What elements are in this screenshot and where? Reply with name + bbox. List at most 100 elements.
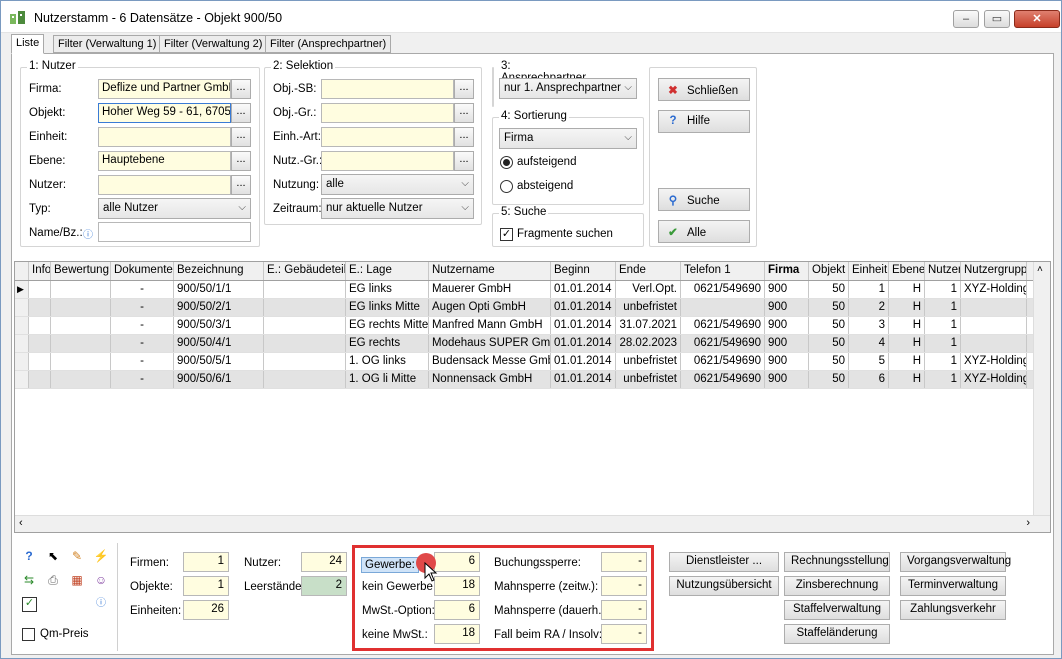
- einheit-field[interactable]: [98, 127, 231, 147]
- double-check-icon: ✔: [668, 227, 678, 239]
- column-header[interactable]: Ebene: [889, 262, 925, 280]
- rechnungsstellung-button[interactable]: Rechnungsstellung: [784, 552, 890, 572]
- zahlungsverkehr-button[interactable]: Zahlungsverkehr: [900, 600, 1006, 620]
- staffelverwaltung-button[interactable]: Staffelverwaltung: [784, 600, 890, 620]
- info-icon[interactable]: ⓘ: [83, 226, 93, 241]
- namebz-field[interactable]: [98, 222, 251, 242]
- column-header[interactable]: Einheit: [849, 262, 889, 280]
- table-row[interactable]: -900/50/3/1 EG rechts Mitte Manfred Mann G…: [15, 317, 1035, 335]
- column-header[interactable]: Nutzergruppe: [961, 262, 1027, 280]
- nutzgr-field[interactable]: [321, 151, 454, 171]
- objekt-lookup-button[interactable]: ...: [231, 103, 251, 123]
- column-header[interactable]: Dokumente: [111, 262, 174, 280]
- tab-filter-verwaltung-2[interactable]: Filter (Verwaltung 2): [159, 35, 268, 53]
- horizontal-scrollbar[interactable]: ‹ ›: [15, 515, 1050, 532]
- column-header[interactable]: Ende: [616, 262, 681, 280]
- nutzgr-lookup-button[interactable]: ...: [454, 151, 474, 171]
- einhart-field[interactable]: [321, 127, 454, 147]
- fragmente-checkbox[interactable]: ✓: [500, 228, 513, 241]
- column-header[interactable]: E.: Gebäudeteil: [264, 262, 346, 280]
- tab-liste[interactable]: Liste: [11, 34, 45, 54]
- column-header[interactable]: Telefon 1: [681, 262, 765, 280]
- tab-filter-verwaltung-1[interactable]: Filter (Verwaltung 1): [53, 35, 162, 53]
- qm-preis-checkbox[interactable]: [22, 628, 35, 641]
- ebene-field[interactable]: Hauptebene: [98, 151, 231, 171]
- einheit-lookup-button[interactable]: ...: [231, 127, 251, 147]
- nutzung-select[interactable]: alle ⌵: [321, 174, 474, 195]
- einhart-lookup-button[interactable]: ...: [454, 127, 474, 147]
- typ-select[interactable]: alle Nutzer ⌵: [98, 198, 251, 219]
- column-header[interactable]: Firma: [765, 262, 809, 280]
- firma-lookup-button[interactable]: ...: [231, 79, 251, 99]
- table-row[interactable]: -900/50/4/1 EG rechts Modehaus SUPER Gmbl 0…: [15, 335, 1035, 353]
- table-cell: 3: [849, 317, 889, 334]
- scroll-up-icon[interactable]: ˄: [1037, 264, 1043, 275]
- minimize-button[interactable]: –: [953, 10, 979, 28]
- nutzer-lookup-button[interactable]: ...: [231, 175, 251, 195]
- column-header[interactable]: Bezeichnung: [174, 262, 264, 280]
- column-header[interactable]: E.: Lage: [346, 262, 429, 280]
- nutzer-table: Info Bewertung Dokumente Bezeichnung E.: Geb…: [14, 261, 1051, 533]
- tab-filter-ansprechpartner[interactable]: Filter (Ansprechpartner): [265, 35, 392, 53]
- swap-icon[interactable]: ⇆: [20, 571, 38, 589]
- row-selector[interactable]: [15, 371, 29, 388]
- tool-panel: ? ⬉ ✎ ⚡ ⇆ ⎙ ▦ ☺ ✓ ⓘ Qm-Preis: [14, 543, 118, 651]
- zinsberechnung-button[interactable]: Zinsberechnung: [784, 576, 890, 596]
- terminverwaltung-button[interactable]: Terminverwaltung: [900, 576, 1006, 596]
- zeitraum-select[interactable]: nur aktuelle Nutzer ⌵: [321, 198, 474, 219]
- lightning-icon[interactable]: ⚡: [92, 547, 110, 565]
- users-icon[interactable]: ☺: [92, 571, 110, 589]
- row-selector[interactable]: [15, 335, 29, 352]
- suche-button[interactable]: ⚲ Suche: [658, 188, 750, 211]
- row-selector[interactable]: [15, 317, 29, 334]
- column-header[interactable]: Nutzername: [429, 262, 551, 280]
- table-row[interactable]: -900/50/2/1 EG links Mitte Augen Opti GmbH…: [15, 299, 1035, 317]
- objsb-lookup-button[interactable]: ...: [454, 79, 474, 99]
- column-header[interactable]: Info: [29, 262, 51, 280]
- hilfe-button[interactable]: ? Hilfe: [658, 110, 750, 133]
- scroll-right-icon[interactable]: ›: [1026, 517, 1030, 529]
- table-cell: 900: [765, 353, 809, 370]
- column-header[interactable]: Nutzer: [925, 262, 961, 280]
- schliessen-button[interactable]: ✖ Schließen: [658, 78, 750, 101]
- objgr-lookup-button[interactable]: ...: [454, 103, 474, 123]
- column-header[interactable]: Beginn: [551, 262, 616, 280]
- column-header[interactable]: Bewertung: [51, 262, 111, 280]
- grid-icon[interactable]: ▦: [68, 571, 86, 589]
- aufsteigend-radio[interactable]: [500, 156, 513, 169]
- absteigend-radio[interactable]: [500, 180, 513, 193]
- close-button[interactable]: ✕: [1014, 10, 1060, 28]
- row-selector[interactable]: [15, 299, 29, 316]
- pointer-icon[interactable]: ⬉: [44, 547, 62, 565]
- maximize-button[interactable]: ▭: [984, 10, 1010, 28]
- dienstleister-button[interactable]: Dienstleister ...: [669, 552, 779, 572]
- help-icon[interactable]: ?: [20, 547, 38, 565]
- nutzungsuebersicht-button[interactable]: Nutzungsübersicht: [669, 576, 779, 596]
- vorgangsverwaltung-button[interactable]: Vorgangsverwaltung: [900, 552, 1011, 572]
- row-selector[interactable]: [15, 353, 29, 370]
- sortierung-select[interactable]: Firma ⌵: [499, 128, 637, 149]
- firma-field[interactable]: Deflize und Partner GmbH: [98, 79, 231, 99]
- nutzer-field[interactable]: [98, 175, 231, 195]
- table-row[interactable]: ▶ -900/50/1/1 EG links Mauerer GmbH 01.01.20…: [15, 281, 1035, 299]
- ebene-lookup-button[interactable]: ...: [231, 151, 251, 171]
- alle-button[interactable]: ✔ Alle: [658, 220, 750, 243]
- ansprechpartner-select[interactable]: nur 1. Ansprechpartner ⌵: [499, 78, 637, 99]
- scroll-left-icon[interactable]: ‹: [19, 517, 23, 529]
- vertical-scrollbar[interactable]: ˄: [1033, 262, 1050, 516]
- column-header[interactable]: Objekt: [809, 262, 849, 280]
- staffelaenderung-button[interactable]: Staffeländerung: [784, 624, 890, 644]
- pencil-icon[interactable]: ✎: [68, 547, 86, 565]
- table-cell: unbefristet: [616, 353, 681, 370]
- confirm-checkbox[interactable]: ✓: [22, 597, 37, 612]
- objsb-field[interactable]: [321, 79, 454, 99]
- table-row[interactable]: -900/50/6/1 1. OG li Mitte Nonnensack GmbH…: [15, 371, 1035, 389]
- application-window: Nutzerstamm - 6 Datensätze - Objekt 900/…: [0, 0, 1062, 659]
- objekt-field[interactable]: Hoher Weg 59 - 61, 67059: [98, 103, 231, 123]
- row-selector[interactable]: ▶: [15, 281, 29, 298]
- objgr-field[interactable]: [321, 103, 454, 123]
- objsb-label: Obj.-SB:: [273, 83, 317, 95]
- info-icon[interactable]: ⓘ: [92, 595, 110, 613]
- table-row[interactable]: -900/50/5/1 1. OG links Budensack Messe Gm…: [15, 353, 1035, 371]
- print-icon[interactable]: ⎙: [44, 571, 62, 589]
